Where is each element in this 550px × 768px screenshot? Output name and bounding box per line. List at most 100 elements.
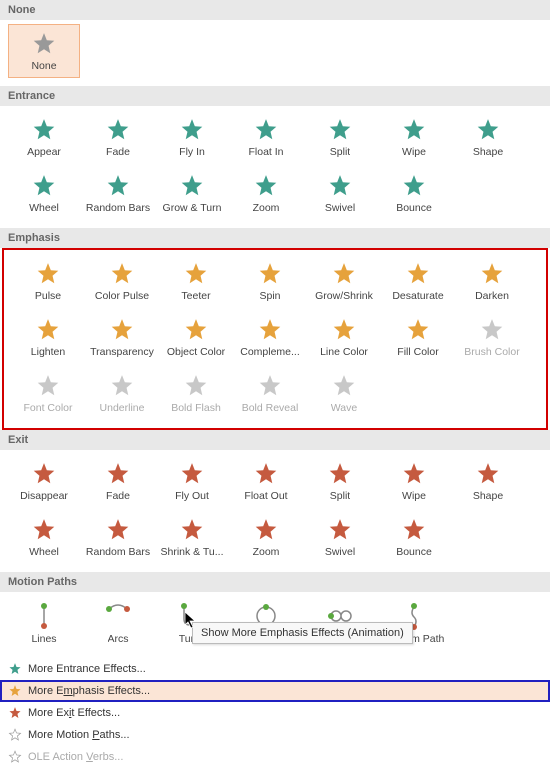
anim-entrance-6[interactable]: Shape <box>452 110 524 164</box>
star-icon <box>474 116 502 144</box>
anim-emphasis-17[interactable]: Bold Reveal <box>234 366 306 420</box>
anim-exit-6[interactable]: Shape <box>452 454 524 508</box>
star-icon <box>104 172 132 200</box>
section-header-emphasis: Emphasis <box>0 228 550 248</box>
anim-entrance-7[interactable]: Wheel <box>8 166 80 220</box>
anim-label: Desaturate <box>392 290 443 302</box>
anim-entrance-0[interactable]: Appear <box>8 110 80 164</box>
anim-label: Float In <box>248 146 283 158</box>
anim-label: Bold Reveal <box>242 402 299 414</box>
anim-label: Appear <box>27 146 61 158</box>
more-emphasis[interactable]: More Emphasis Effects... <box>0 680 550 702</box>
more-entrance[interactable]: More Entrance Effects... <box>0 658 550 680</box>
anim-label: Shape <box>473 490 503 502</box>
anim-exit-11[interactable]: Swivel <box>304 510 376 564</box>
anim-label: Bounce <box>396 546 432 558</box>
anim-label: Teeter <box>181 290 210 302</box>
anim-label: None <box>31 60 56 72</box>
more-label: OLE Action Verbs... <box>28 751 123 763</box>
section-title: Emphasis <box>8 232 60 244</box>
more-exit[interactable]: More Exit Effects... <box>0 702 550 724</box>
anim-entrance-9[interactable]: Grow & Turn <box>156 166 228 220</box>
anim-label: Object Color <box>167 346 225 358</box>
anim-emphasis-1[interactable]: Color Pulse <box>86 254 158 308</box>
anim-emphasis-4[interactable]: Grow/Shrink <box>308 254 380 308</box>
anim-exit-7[interactable]: Wheel <box>8 510 80 564</box>
star-icon <box>252 516 280 544</box>
anim-emphasis-12[interactable]: Fill Color <box>382 310 454 364</box>
anim-entrance-1[interactable]: Fade <box>82 110 154 164</box>
more-label: More Entrance Effects... <box>28 663 146 675</box>
section-title: None <box>8 4 36 16</box>
anim-none-0[interactable]: None <box>8 24 80 78</box>
anim-label: Grow/Shrink <box>315 290 373 302</box>
anim-emphasis-13[interactable]: Brush Color <box>456 310 528 364</box>
section-header-motion: Motion Paths <box>0 572 550 592</box>
anim-emphasis-0[interactable]: Pulse <box>12 254 84 308</box>
anim-label: Pulse <box>35 290 61 302</box>
anim-label: Brush Color <box>464 346 519 358</box>
anim-entrance-4[interactable]: Split <box>304 110 376 164</box>
anim-emphasis-16[interactable]: Bold Flash <box>160 366 232 420</box>
anim-entrance-2[interactable]: Fly In <box>156 110 228 164</box>
star-icon <box>30 601 58 631</box>
anim-exit-3[interactable]: Float Out <box>230 454 302 508</box>
anim-exit-0[interactable]: Disappear <box>8 454 80 508</box>
anim-label: Bold Flash <box>171 402 221 414</box>
star-icon <box>330 316 358 344</box>
anim-emphasis-5[interactable]: Desaturate <box>382 254 454 308</box>
anim-exit-2[interactable]: Fly Out <box>156 454 228 508</box>
anim-emphasis-8[interactable]: Transparency <box>86 310 158 364</box>
anim-entrance-8[interactable]: Random Bars <box>82 166 154 220</box>
anim-exit-10[interactable]: Zoom <box>230 510 302 564</box>
anim-exit-5[interactable]: Wipe <box>378 454 450 508</box>
more-label: More Emphasis Effects... <box>28 685 150 697</box>
anim-exit-8[interactable]: Random Bars <box>82 510 154 564</box>
anim-emphasis-11[interactable]: Line Color <box>308 310 380 364</box>
anim-exit-12[interactable]: Bounce <box>378 510 450 564</box>
anim-emphasis-15[interactable]: Underline <box>86 366 158 420</box>
anim-label: Wheel <box>29 546 59 558</box>
anim-motion-0[interactable]: Lines <box>8 596 80 650</box>
star-icon <box>252 116 280 144</box>
anim-emphasis-3[interactable]: Spin <box>234 254 306 308</box>
anim-label: Random Bars <box>86 546 150 558</box>
anim-label: Zoom <box>253 546 280 558</box>
star-icon <box>404 260 432 288</box>
more-motion[interactable]: More Motion Paths... <box>0 724 550 746</box>
anim-emphasis-7[interactable]: Lighten <box>12 310 84 364</box>
anim-entrance-10[interactable]: Zoom <box>230 166 302 220</box>
anim-emphasis-14[interactable]: Font Color <box>12 366 84 420</box>
star-icon <box>8 728 22 742</box>
star-icon <box>478 316 506 344</box>
anim-exit-4[interactable]: Split <box>304 454 376 508</box>
anim-label: Disappear <box>20 490 68 502</box>
star-icon <box>30 172 58 200</box>
anim-label: Random Bars <box>86 202 150 214</box>
anim-emphasis-18[interactable]: Wave <box>308 366 380 420</box>
star-icon <box>34 316 62 344</box>
anim-label: Lighten <box>31 346 65 358</box>
more-label: More Motion Paths... <box>28 729 130 741</box>
star-icon <box>108 372 136 400</box>
anim-emphasis-9[interactable]: Object Color <box>160 310 232 364</box>
anim-label: Transparency <box>90 346 154 358</box>
anim-entrance-3[interactable]: Float In <box>230 110 302 164</box>
anim-label: Lines <box>31 633 56 645</box>
star-icon <box>8 750 22 764</box>
anim-entrance-11[interactable]: Swivel <box>304 166 376 220</box>
anim-exit-1[interactable]: Fade <box>82 454 154 508</box>
anim-emphasis-2[interactable]: Teeter <box>160 254 232 308</box>
anim-exit-9[interactable]: Shrink & Tu... <box>156 510 228 564</box>
anim-emphasis-10[interactable]: Compleme... <box>234 310 306 364</box>
anim-emphasis-6[interactable]: Darken <box>456 254 528 308</box>
more-effects-list: More Entrance Effects... More Emphasis E… <box>0 658 550 768</box>
gallery-exit: Disappear Fade Fly Out Float Out Split W… <box>0 450 550 572</box>
anim-entrance-12[interactable]: Bounce <box>378 166 450 220</box>
anim-label: Spin <box>259 290 280 302</box>
anim-entrance-5[interactable]: Wipe <box>378 110 450 164</box>
star-icon <box>326 516 354 544</box>
star-icon <box>326 172 354 200</box>
star-icon <box>478 260 506 288</box>
anim-motion-1[interactable]: Arcs <box>82 596 154 650</box>
